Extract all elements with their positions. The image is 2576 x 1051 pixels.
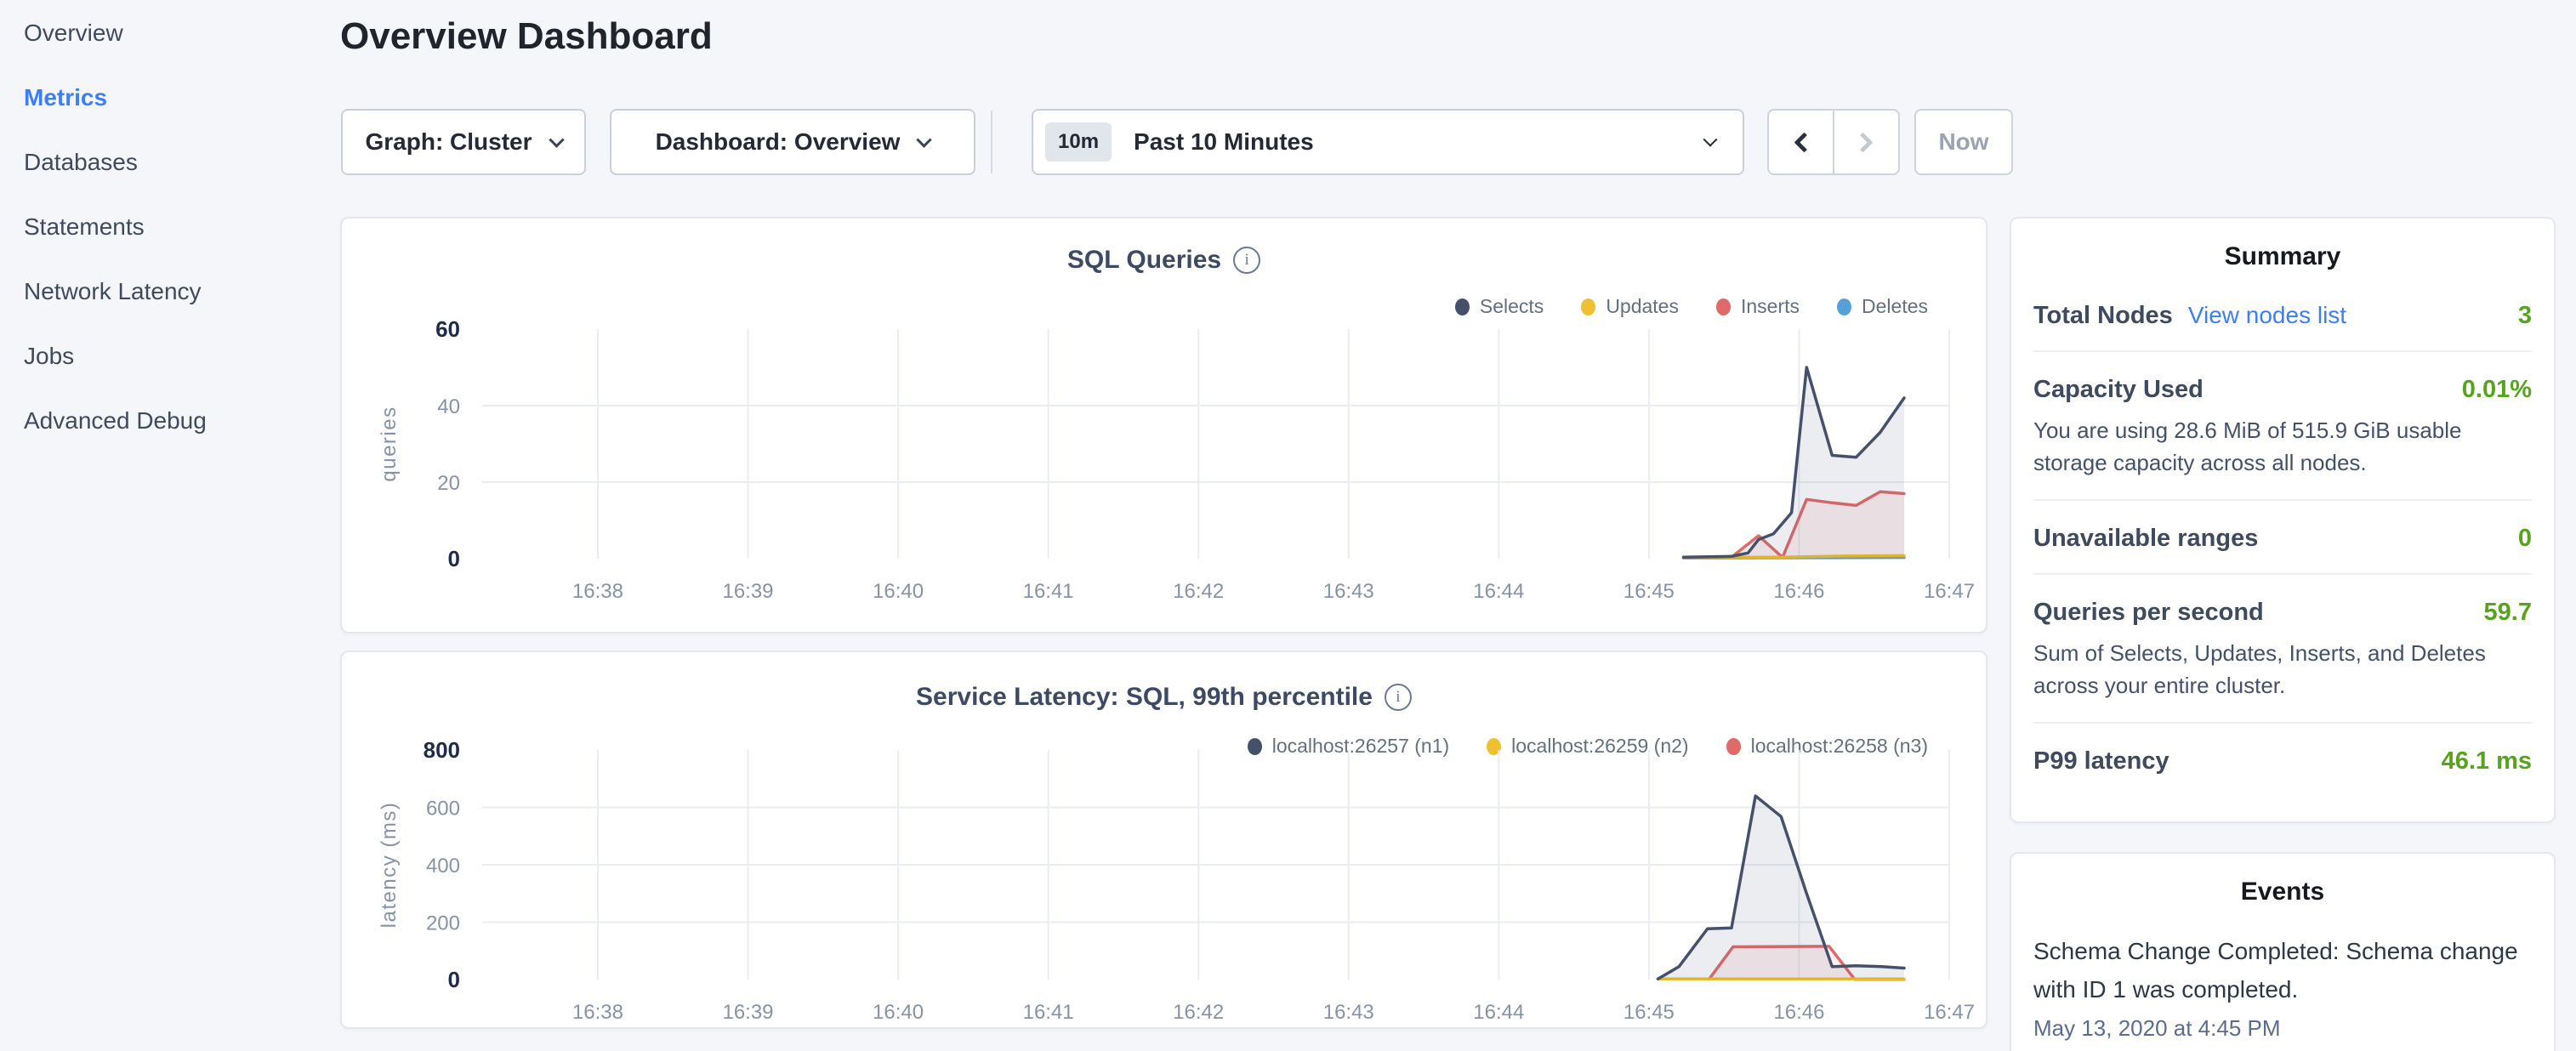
summary-rows: Total Nodes View nodes list 3 Capacity Used… [2011, 271, 2554, 796]
svg-text:16:45: 16:45 [1624, 580, 1675, 603]
summary-row-p99-latency: P99 latency 46.1 ms [2033, 724, 2532, 796]
svg-text:400: 400 [426, 855, 460, 878]
sidebar-item-statements[interactable]: Statements [24, 214, 340, 240]
svg-text:16:44: 16:44 [1473, 1001, 1524, 1024]
svg-text:16:47: 16:47 [1924, 1001, 1975, 1024]
sidebar-item-metrics[interactable]: Metrics [24, 85, 340, 111]
chevron-left-icon [1794, 132, 1814, 152]
summary-row-label: Unavailable ranges [2033, 525, 2258, 553]
summary-row-head: Queries per second 59.7 [2033, 599, 2532, 627]
sidebar-item-databases[interactable]: Databases [24, 150, 340, 175]
summary-row-head: P99 latency 46.1 ms [2033, 747, 2532, 775]
sql-queries-card: SQL Queries i SelectsUpdatesInsertsDelet… [340, 217, 1987, 633]
sidebar: Overview Metrics Databases Statements Networ… [0, 0, 340, 1051]
controls-divider [991, 111, 992, 173]
dashboard-dropdown[interactable]: Dashboard: Overview [610, 109, 975, 175]
events-panel: Events Schema Change Completed: Schema c… [2010, 852, 2556, 1051]
chevron-down-icon [917, 132, 932, 147]
summary-row-label: Capacity Used [2033, 376, 2204, 404]
sidebar-nav: Overview Metrics Databases Statements Networ… [24, 20, 340, 434]
summary-row-label: P99 latency [2033, 747, 2169, 775]
chevron-down-icon [549, 132, 564, 147]
time-range-badge: 10m [1045, 122, 1112, 162]
page-title: Overview Dashboard [340, 15, 713, 58]
service-latency-chart[interactable]: 0 200 400 600 800 16:38 16:39 16:40 16:41 16:42 16… [342, 652, 1989, 1031]
svg-text:16:43: 16:43 [1323, 1001, 1374, 1024]
graph-dropdown-label: Graph: Cluster [365, 128, 532, 156]
next-time-button[interactable] [1833, 111, 1898, 173]
svg-text:latency (ms): latency (ms) [378, 802, 401, 929]
time-range-label: Past 10 Minutes [1134, 128, 1314, 156]
svg-text:60: 60 [435, 316, 460, 342]
event-timestamp: May 13, 2020 at 4:45 PM [2033, 1015, 2532, 1042]
events-title: Events [2011, 854, 2554, 906]
summary-row-value: 0 [2518, 525, 2532, 553]
svg-text:40: 40 [437, 395, 460, 418]
svg-text:16:38: 16:38 [572, 1001, 623, 1024]
svg-text:16:42: 16:42 [1173, 1001, 1224, 1024]
svg-text:0: 0 [448, 546, 460, 571]
dashboard-dropdown-label: Dashboard: Overview [656, 128, 901, 156]
svg-text:600: 600 [426, 798, 460, 821]
svg-text:16:46: 16:46 [1773, 580, 1824, 603]
summary-row-queries-per-second: Queries per second 59.7 Sum of Selects, Up… [2033, 575, 2532, 724]
svg-text:16:38: 16:38 [572, 580, 623, 603]
summary-row-head: Capacity Used 0.01% [2033, 376, 2532, 404]
svg-text:16:47: 16:47 [1924, 580, 1975, 603]
svg-text:16:43: 16:43 [1323, 580, 1374, 603]
svg-text:0: 0 [448, 967, 460, 992]
svg-text:16:39: 16:39 [722, 580, 773, 603]
svg-text:200: 200 [426, 912, 460, 935]
summary-row-value: 0.01% [2462, 376, 2532, 404]
svg-text:queries: queries [378, 406, 401, 481]
summary-row-unavailable-ranges: Unavailable ranges 0 [2033, 501, 2532, 575]
sidebar-item-overview[interactable]: Overview [24, 20, 340, 46]
svg-text:16:41: 16:41 [1023, 580, 1074, 603]
svg-text:16:39: 16:39 [722, 1001, 773, 1024]
summary-row-value: 3 [2518, 302, 2532, 330]
svg-text:16:40: 16:40 [873, 1001, 924, 1024]
time-step-buttons [1767, 109, 1900, 175]
summary-row-head: Unavailable ranges 0 [2033, 525, 2532, 553]
summary-row-head: Total Nodes View nodes list 3 [2033, 302, 2532, 330]
service-latency-card: Service Latency: SQL, 99th percentile i … [340, 650, 1987, 1029]
summary-row-capacity-used: Capacity Used 0.01% You are using 28.6 MiB… [2033, 352, 2532, 501]
sql-queries-chart[interactable]: 0 20 40 60 16:38 16:39 16:40 16:41 16:42 16:43 16:… [342, 219, 1989, 635]
summary-title: Summary [2011, 219, 2554, 271]
graph-dropdown[interactable]: Graph: Cluster [341, 109, 586, 175]
chevron-down-icon [1703, 133, 1718, 147]
time-range-selector[interactable]: 10m Past 10 Minutes [1032, 109, 1744, 175]
svg-text:16:42: 16:42 [1173, 580, 1224, 603]
sidebar-item-advanced-debug[interactable]: Advanced Debug [24, 408, 340, 434]
svg-text:16:41: 16:41 [1023, 1001, 1074, 1024]
summary-row-value: 46.1 ms [2442, 747, 2532, 775]
summary-row-value: 59.7 [2484, 599, 2532, 627]
sidebar-item-jobs[interactable]: Jobs [24, 344, 340, 369]
summary-panel: Summary Total Nodes View nodes list 3 Capac… [2010, 217, 2556, 823]
prev-time-button[interactable] [1769, 111, 1833, 173]
svg-text:16:45: 16:45 [1624, 1001, 1675, 1024]
summary-row-subtext: You are using 28.6 MiB of 515.9 GiB usab… [2033, 414, 2532, 479]
summary-row-total-nodes: Total Nodes View nodes list 3 [2033, 278, 2532, 352]
svg-text:16:46: 16:46 [1773, 1001, 1824, 1024]
summary-row-subtext: Sum of Selects, Updates, Inserts, and De… [2033, 637, 2532, 702]
svg-text:20: 20 [437, 472, 460, 495]
summary-row-label: Total Nodes [2033, 302, 2173, 330]
event-text: Schema Change Completed: Schema change w… [2033, 932, 2532, 1008]
now-button[interactable]: Now [1914, 109, 2013, 175]
svg-text:16:40: 16:40 [873, 580, 924, 603]
events-list: Schema Change Completed: Schema change w… [2011, 932, 2554, 1042]
sidebar-item-network-latency[interactable]: Network Latency [24, 279, 340, 304]
view-nodes-list-link[interactable]: View nodes list [2188, 302, 2346, 329]
svg-text:16:44: 16:44 [1473, 580, 1524, 603]
summary-row-label: Queries per second [2033, 599, 2264, 627]
svg-text:800: 800 [424, 737, 460, 763]
chevron-right-icon [1852, 132, 1873, 152]
